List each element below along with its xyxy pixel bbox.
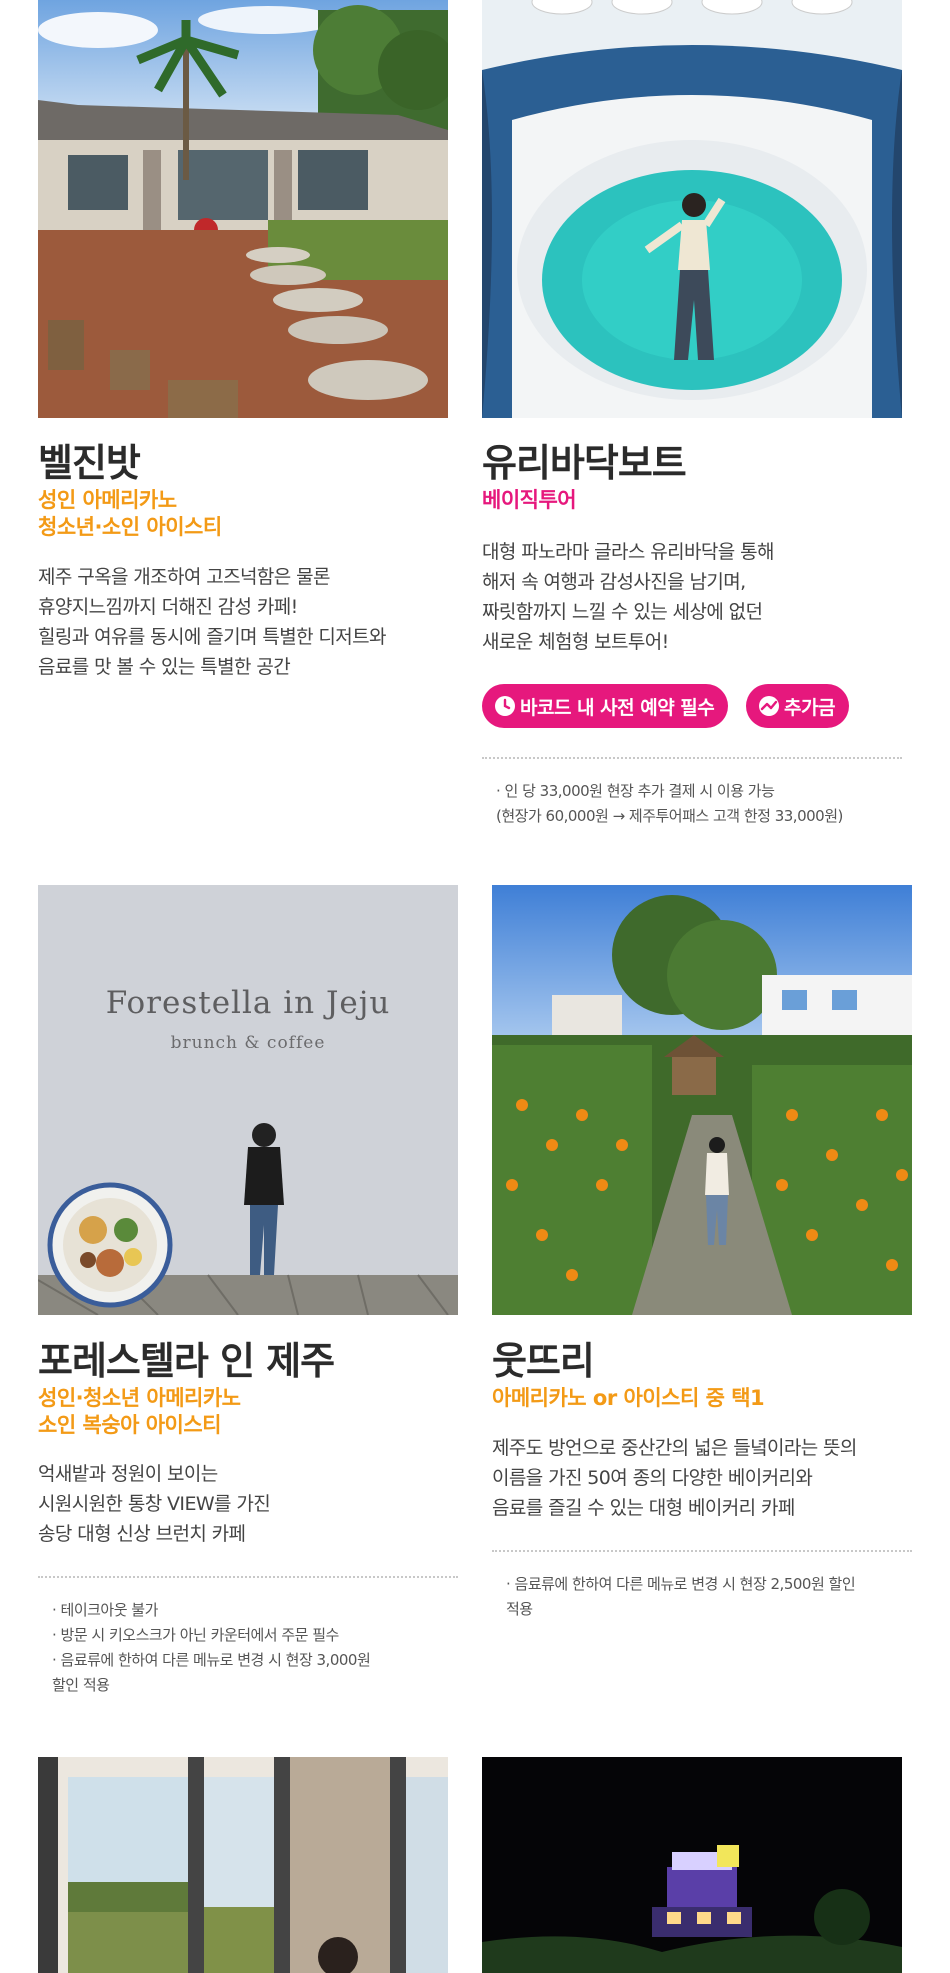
card-title: 유리바닥보트 (482, 441, 687, 485)
card-offer: 청소년·소인 아이스티 (38, 515, 222, 539)
utteuri-photo (492, 885, 912, 1315)
reservation-required-badge: 바코드 내 사전 예약 필수 (482, 684, 729, 728)
section-divider (38, 1576, 458, 1578)
card-offer: 아메리카노 or 아이스티 중 택1 (492, 1386, 765, 1410)
badge-label: 바코드 내 사전 예약 필수 (520, 696, 715, 719)
forestella-photo: Forestella in Jeju brunch & coffee (38, 885, 458, 1315)
card-description: 제주 구옥을 개조하여 고즈넉함은 물론 휴양지느낌까지 더해진 감성 카페! 힐링… (38, 566, 387, 678)
card-offer: 성인 아메리카노 (38, 488, 177, 512)
card-notes: · 음료류에 한하여 다른 메뉴로 변경 시 현장 2,500원 할인 적용 (506, 1575, 856, 1618)
forestella-sign-sub: brunch & coffee (170, 1033, 326, 1053)
card-description: 대형 파노라마 글라스 유리바닥을 통해 해저 속 여행과 감성사진을 남기며, 짜… (482, 541, 774, 653)
badge-label: 추가금 (784, 696, 835, 719)
card-description: 제주도 방언으로 중산간의 넓은 들녘이라는 뜻의 이름을 가진 50여 종의 다… (492, 1437, 857, 1519)
card-notes: · 테이크아웃 불가 · 방문 시 키오스크가 아닌 카운터에서 주문 필수 · 음… (52, 1601, 371, 1694)
glass-boat-photo (482, 0, 902, 418)
extra-fee-badge: 추가금 (746, 684, 849, 728)
cafe-window-photo (38, 1757, 448, 1973)
belzinbat-photo (38, 0, 448, 418)
card-title: 포레스텔라 인 제주 (38, 1339, 335, 1383)
forestella-sign: Forestella in Jeju (105, 985, 391, 1021)
card-description: 억새밭과 정원이 보이는 시원시원한 통창 VIEW를 가진 송당 대형 신상 브런… (38, 1463, 271, 1545)
trend-icon (758, 695, 780, 717)
night-cafe-photo (482, 1757, 902, 1973)
card-offer: 성인·청소년 아메리카노 (38, 1386, 241, 1410)
clock-icon (494, 695, 516, 717)
card-offer: 소인 복숭아 아이스티 (38, 1413, 222, 1437)
section-divider (492, 1550, 912, 1552)
card-title: 웃뜨리 (492, 1339, 595, 1383)
card-offer: 베이직투어 (482, 488, 577, 512)
card-title: 벨진밧 (38, 441, 141, 485)
section-divider (482, 757, 902, 759)
card-notes: · 인 당 33,000원 현장 추가 결제 시 이용 가능 (현장가 60,00… (496, 782, 843, 825)
